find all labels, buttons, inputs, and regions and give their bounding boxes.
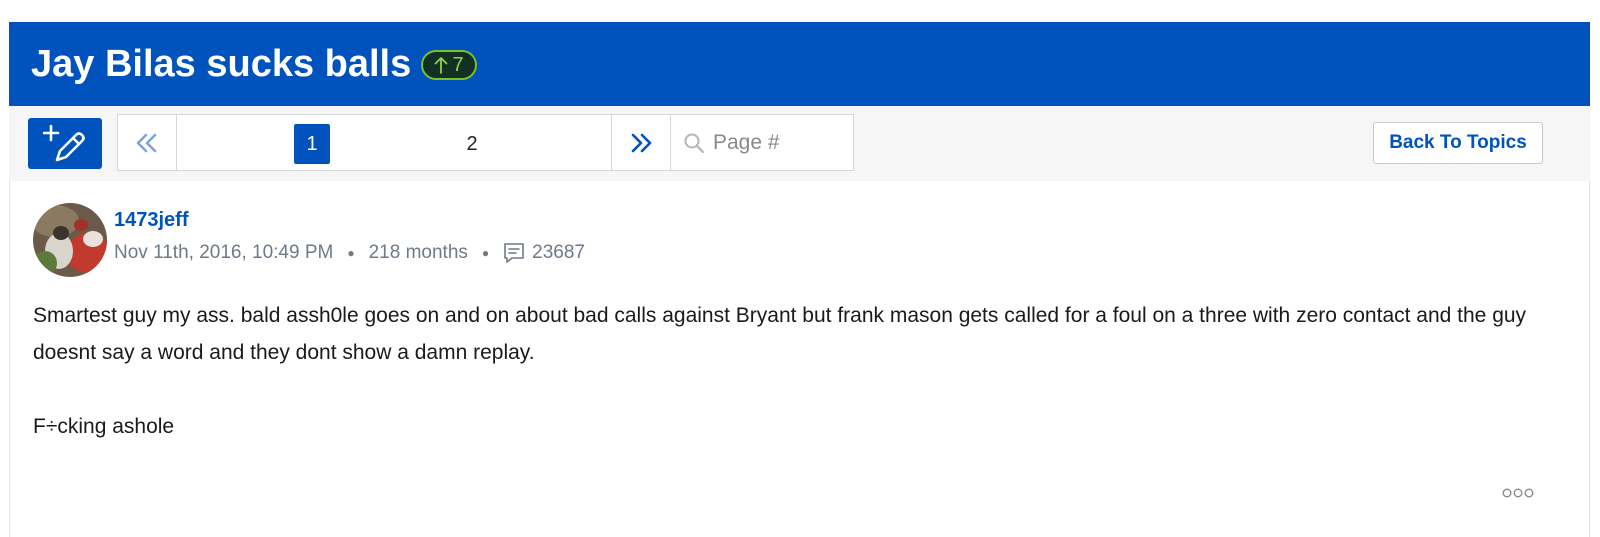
post-card: 1473jeff Nov 11th, 2016, 10:49 PM ● 218 … (9, 181, 1590, 537)
page-button-2[interactable]: 2 (454, 124, 490, 164)
new-post-pencil-icon (43, 124, 85, 161)
page-button-1[interactable]: 1 (294, 124, 330, 164)
post-body: Smartest guy my ass. bald assh0le goes o… (33, 297, 1543, 445)
avatar-image (33, 203, 107, 277)
search-icon (684, 133, 705, 153)
comment-icon (503, 242, 525, 264)
post-author[interactable]: 1473jeff (114, 209, 189, 232)
page-number-input[interactable] (713, 130, 833, 155)
page-number-search (671, 115, 853, 170)
post-timestamp: Nov 11th, 2016, 10:49 PM (114, 242, 334, 263)
topic-title: Jay Bilas sucks balls (31, 43, 412, 85)
arrow-up-icon (435, 57, 448, 74)
post-count: 23687 (532, 242, 585, 263)
topic-toolbar: 1 2 Back To Topics (9, 106, 1590, 182)
vote-count: 7 (452, 53, 464, 76)
more-options-button[interactable] (1500, 485, 1536, 501)
meta-separator: ● (481, 246, 490, 260)
new-post-button[interactable] (28, 118, 102, 169)
member-tenure: 218 months (368, 242, 468, 263)
post-paragraph: F÷cking ashole (33, 415, 175, 438)
double-chevron-right-icon (631, 133, 652, 152)
back-to-topics-button[interactable]: Back To Topics (1373, 122, 1543, 164)
avatar[interactable] (33, 203, 107, 277)
post-paragraph: Smartest guy my ass. bald assh0le goes o… (33, 304, 1527, 364)
first-page-button[interactable] (118, 115, 177, 170)
pagination: 1 2 (117, 114, 854, 171)
topic-header: Jay Bilas sucks balls 7 (9, 22, 1590, 106)
meta-separator: ● (347, 246, 355, 260)
vote-badge[interactable]: 7 (421, 50, 477, 80)
post-meta: Nov 11th, 2016, 10:49 PM ● 218 months ● … (114, 241, 585, 265)
double-chevron-left-icon (136, 133, 157, 152)
ellipsis-icon (1502, 488, 1534, 498)
next-page-button[interactable] (611, 115, 671, 170)
